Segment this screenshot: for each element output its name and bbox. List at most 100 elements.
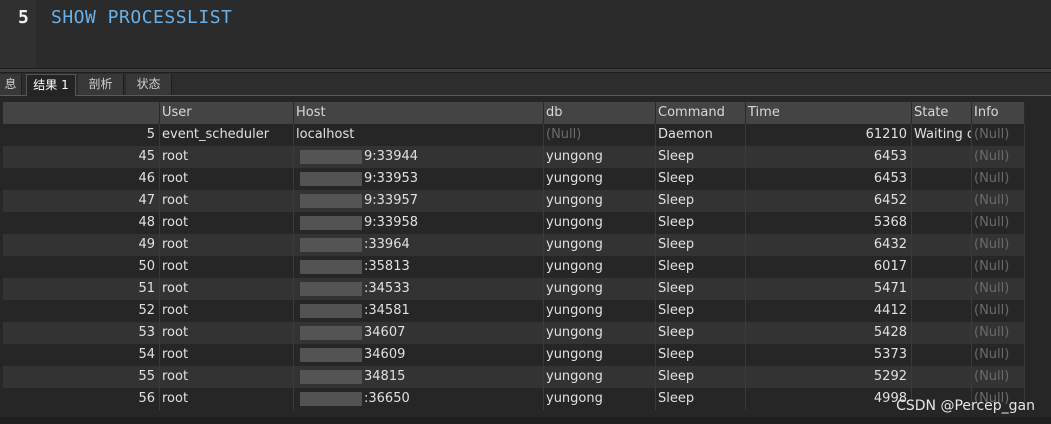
cell-user[interactable]: root <box>160 344 294 366</box>
table-row[interactable]: 52 root:34581 yungong Sleep 4412 (Null) <box>3 300 1025 322</box>
table-row[interactable]: 50 root:35813 yungong Sleep 6017 (Null) <box>3 256 1025 278</box>
cell-time[interactable]: 61210 <box>746 124 912 146</box>
cell-host[interactable]: 9:33953 <box>294 168 544 190</box>
cell-id[interactable]: 50 <box>3 256 160 278</box>
cell-db[interactable]: yungong <box>544 388 656 410</box>
cell-id[interactable]: 46 <box>3 168 160 190</box>
cell-time[interactable]: 4998 <box>746 388 912 410</box>
table-row[interactable]: 49 root:33964 yungong Sleep 6432 (Null) <box>3 234 1025 256</box>
cell-info[interactable]: (Null) <box>972 300 1025 322</box>
cell-command[interactable]: Sleep <box>656 366 746 388</box>
cell-db[interactable]: yungong <box>544 234 656 256</box>
cell-host[interactable]: :36650 <box>294 388 544 410</box>
cell-info[interactable]: (Null) <box>972 278 1025 300</box>
header-host[interactable]: Host <box>294 102 544 124</box>
header-time[interactable]: Time <box>746 102 912 124</box>
cell-command[interactable]: Sleep <box>656 168 746 190</box>
cell-info[interactable]: (Null) <box>972 146 1025 168</box>
tab-message[interactable]: 息 <box>0 74 22 95</box>
cell-info[interactable]: (Null) <box>972 124 1025 146</box>
sql-query-text[interactable]: SHOW PROCESSLIST <box>51 7 232 28</box>
cell-time[interactable]: 4412 <box>746 300 912 322</box>
cell-db[interactable]: yungong <box>544 344 656 366</box>
table-row[interactable]: 53 root 34607 yungong Sleep 5428 (Null) <box>3 322 1025 344</box>
table-row[interactable]: 48 root 9:33958 yungong Sleep 5368 (Null) <box>3 212 1025 234</box>
cell-db[interactable]: yungong <box>544 212 656 234</box>
cell-time[interactable]: 6452 <box>746 190 912 212</box>
cell-user[interactable]: root <box>160 388 294 410</box>
header-state[interactable]: State <box>912 102 972 124</box>
cell-user[interactable]: root <box>160 234 294 256</box>
table-row[interactable]: 55 root 34815 yungong Sleep 5292 (Null) <box>3 366 1025 388</box>
cell-id[interactable]: 54 <box>3 344 160 366</box>
cell-info[interactable]: (Null) <box>972 256 1025 278</box>
table-row[interactable]: 47 root 9:33957 yungong Sleep 6452 (Null) <box>3 190 1025 212</box>
cell-id[interactable]: 45 <box>3 146 160 168</box>
cell-state[interactable] <box>912 322 972 344</box>
cell-time[interactable]: 5471 <box>746 278 912 300</box>
cell-host[interactable]: localhost <box>294 124 544 146</box>
cell-state[interactable] <box>912 212 972 234</box>
cell-command[interactable]: Daemon <box>656 124 746 146</box>
cell-command[interactable]: Sleep <box>656 344 746 366</box>
cell-db[interactable]: yungong <box>544 278 656 300</box>
cell-host[interactable]: 9:33958 <box>294 212 544 234</box>
cell-host[interactable]: 34815 <box>294 366 544 388</box>
header-command[interactable]: Command <box>656 102 746 124</box>
cell-command[interactable]: Sleep <box>656 300 746 322</box>
cell-command[interactable]: Sleep <box>656 146 746 168</box>
table-row[interactable]: 51 root:34533 yungong Sleep 5471 (Null) <box>3 278 1025 300</box>
cell-host[interactable]: :34581 <box>294 300 544 322</box>
header-row-number[interactable] <box>3 102 160 124</box>
horizontal-scrollbar[interactable] <box>0 417 1051 424</box>
cell-state[interactable] <box>912 146 972 168</box>
cell-command[interactable]: Sleep <box>656 388 746 410</box>
cell-info[interactable]: (Null) <box>972 366 1025 388</box>
cell-info[interactable]: (Null) <box>972 212 1025 234</box>
cell-user[interactable]: root <box>160 278 294 300</box>
cell-host[interactable]: 9:33944 <box>294 146 544 168</box>
cell-db[interactable]: yungong <box>544 300 656 322</box>
header-user[interactable]: User <box>160 102 294 124</box>
cell-user[interactable]: root <box>160 146 294 168</box>
cell-user[interactable]: root <box>160 168 294 190</box>
cell-id[interactable]: 49 <box>3 234 160 256</box>
cell-db[interactable]: yungong <box>544 366 656 388</box>
cell-command[interactable]: Sleep <box>656 190 746 212</box>
cell-id[interactable]: 48 <box>3 212 160 234</box>
cell-time[interactable]: 5368 <box>746 212 912 234</box>
table-row[interactable]: 45 root 9:33944 yungong Sleep 6453 (Null) <box>3 146 1025 168</box>
cell-user[interactable]: root <box>160 190 294 212</box>
cell-db[interactable]: yungong <box>544 256 656 278</box>
cell-info[interactable]: (Null) <box>972 344 1025 366</box>
cell-state[interactable] <box>912 300 972 322</box>
cell-info[interactable]: (Null) <box>972 190 1025 212</box>
cell-state[interactable]: Waiting o <box>912 124 972 146</box>
cell-id[interactable]: 5 <box>3 124 160 146</box>
cell-id[interactable]: 47 <box>3 190 160 212</box>
cell-host[interactable]: :33964 <box>294 234 544 256</box>
table-row[interactable]: 54 root 34609 yungong Sleep 5373 (Null) <box>3 344 1025 366</box>
cell-id[interactable]: 53 <box>3 322 160 344</box>
cell-user[interactable]: event_scheduler <box>160 124 294 146</box>
cell-info[interactable]: (Null) <box>972 322 1025 344</box>
tab-result-1[interactable]: 结果 1 <box>26 74 76 96</box>
header-info[interactable]: Info <box>972 102 1025 124</box>
tab-status[interactable]: 状态 <box>126 74 172 95</box>
cell-state[interactable] <box>912 278 972 300</box>
header-db[interactable]: db <box>544 102 656 124</box>
cell-state[interactable] <box>912 344 972 366</box>
table-row[interactable]: 5 event_scheduler localhost (Null) Daemon 612… <box>3 124 1025 146</box>
cell-id[interactable]: 51 <box>3 278 160 300</box>
cell-command[interactable]: Sleep <box>656 278 746 300</box>
cell-db[interactable]: yungong <box>544 322 656 344</box>
cell-user[interactable]: root <box>160 366 294 388</box>
cell-info[interactable]: (Null) <box>972 234 1025 256</box>
cell-state[interactable] <box>912 256 972 278</box>
cell-host[interactable]: :35813 <box>294 256 544 278</box>
cell-host[interactable]: 34607 <box>294 322 544 344</box>
cell-db[interactable]: yungong <box>544 168 656 190</box>
cell-id[interactable]: 52 <box>3 300 160 322</box>
cell-time[interactable]: 5292 <box>746 366 912 388</box>
tab-profile[interactable]: 剖析 <box>78 74 124 95</box>
